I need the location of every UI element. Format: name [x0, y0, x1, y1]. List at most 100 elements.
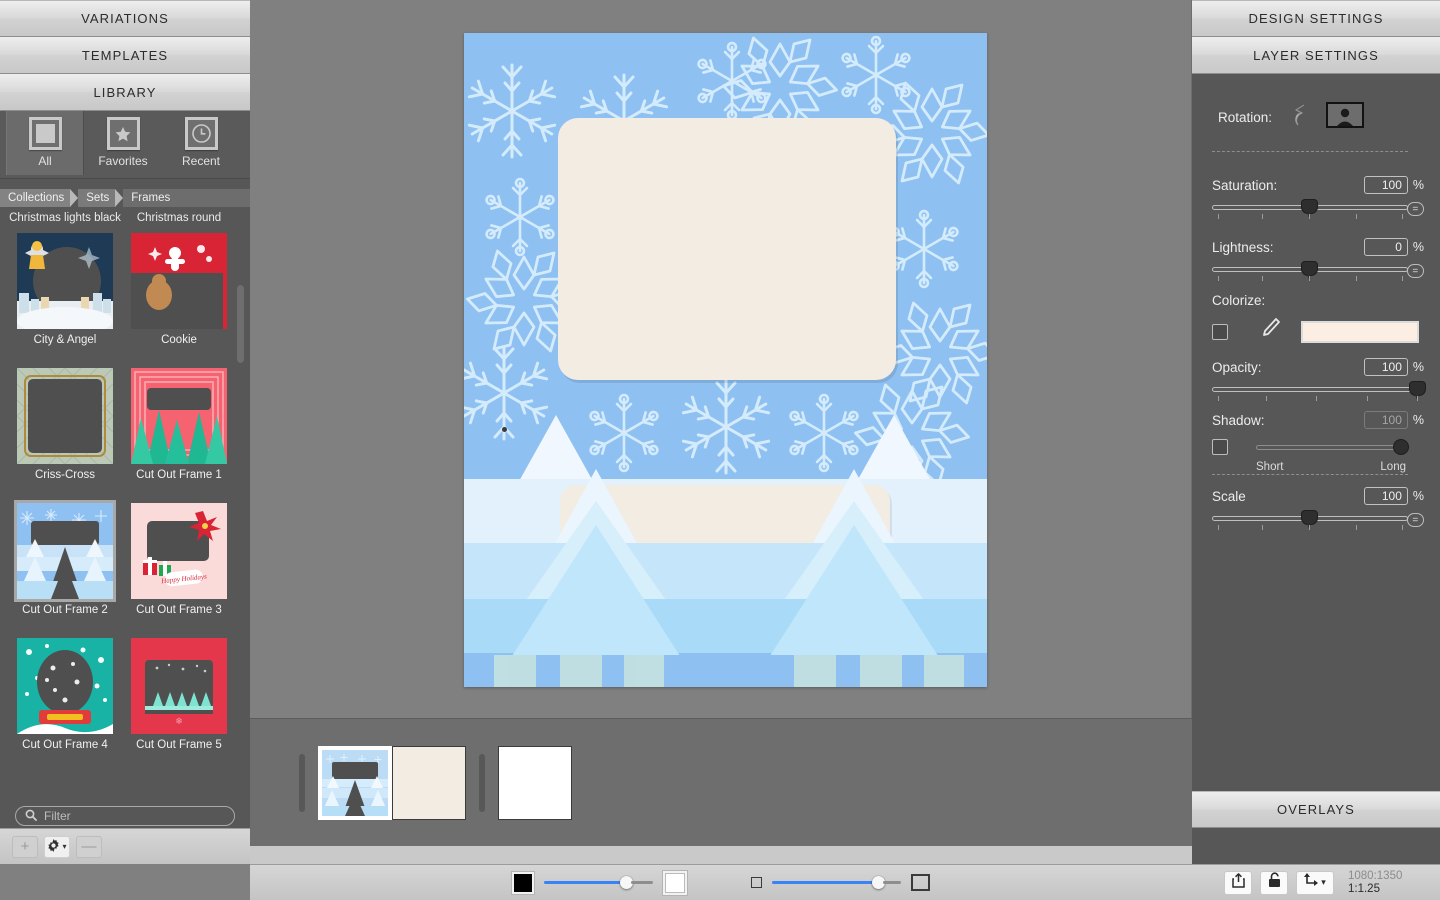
lightness-value-input[interactable]: 0	[1363, 238, 1408, 256]
share-button[interactable]	[1224, 870, 1252, 895]
opacity-slider[interactable]	[1212, 382, 1425, 401]
artboard[interactable]	[464, 33, 987, 687]
image-orientation-icon[interactable]	[1326, 102, 1365, 133]
square-icon	[28, 117, 62, 150]
thumbnail-image[interactable]: Happy Holidays	[131, 503, 227, 599]
library-bottom-toolbar: + ▾ —	[0, 828, 250, 864]
page-thumb-blank-white[interactable]	[498, 745, 572, 820]
clock-icon	[184, 117, 218, 150]
shadow-value-input[interactable]: 100	[1363, 411, 1408, 429]
breadcrumb-sets[interactable]: Sets	[78, 189, 116, 207]
share-icon	[1231, 872, 1245, 893]
lightness-slider[interactable]	[1212, 262, 1408, 281]
canvas-area[interactable]	[250, 0, 1192, 718]
shadow-unit: %	[1412, 413, 1424, 427]
thumbnail-item-criss-cross[interactable]: Criss-Cross	[8, 368, 122, 481]
unlocked-lock-icon	[1268, 872, 1281, 893]
thumbnail-item-cutout5[interactable]: ❄ Cut Out Frame 5	[122, 638, 236, 751]
scale-control: Scale 100 % =	[1212, 487, 1424, 530]
library-filter-toolbar: All Favorites Recent	[0, 111, 250, 179]
move-arrow-icon	[1304, 873, 1319, 892]
page-thumb-design[interactable]	[318, 745, 392, 820]
colorize-color-swatch[interactable]	[1301, 320, 1419, 343]
thumbnail-item-cutout2[interactable]: Cut Out Frame 2	[8, 500, 122, 616]
lightness-reset-button[interactable]: =	[1406, 264, 1424, 278]
transform-button[interactable]: ▾	[1296, 870, 1334, 895]
scale-unit: %	[1412, 489, 1424, 503]
opacity-value-input[interactable]: 100	[1363, 358, 1408, 376]
filmstrip-handle-left[interactable]	[299, 753, 305, 812]
accordion-templates[interactable]: TEMPLATES	[0, 37, 250, 74]
breadcrumb-frames[interactable]: Frames	[123, 189, 250, 207]
accordion-overlays[interactable]: OVERLAYS	[1192, 791, 1440, 828]
opacity-control: Opacity: 100 %	[1212, 358, 1425, 401]
accordion-library-label: LIBRARY	[93, 84, 157, 100]
thumbnail-item-cutout3[interactable]: Happy Holidays Cut Out Frame 3	[122, 503, 236, 616]
brightness-slider-group	[512, 870, 687, 895]
thumbnail-caption: Cookie	[161, 334, 197, 346]
shadow-label: Shadow:	[1212, 412, 1265, 428]
library-tab-recent[interactable]: Recent	[162, 111, 240, 175]
remove-button[interactable]: —	[76, 835, 102, 858]
colorize-checkbox[interactable]	[1212, 323, 1228, 340]
rotate-arrow-icon[interactable]	[1290, 102, 1314, 133]
thumbnail-item-cutout4[interactable]: Cut Out Frame 4	[8, 638, 122, 751]
thumbnail-item-cookie[interactable]: Cookie	[122, 233, 236, 346]
page-filmstrip[interactable]	[250, 718, 1192, 846]
page-thumb-blank-cream[interactable]	[392, 745, 466, 820]
panel-resize-handle[interactable]	[502, 427, 507, 432]
thumbnail-item-city-angel[interactable]: City & Angel	[8, 233, 122, 346]
library-tab-favorites-label: Favorites	[98, 154, 148, 168]
zoom-slider[interactable]	[772, 876, 901, 890]
large-outlined-square-icon[interactable]	[663, 870, 687, 895]
star-icon	[106, 117, 140, 150]
scale-reset-button[interactable]: =	[1406, 513, 1424, 527]
minus-icon: —	[81, 838, 97, 855]
breadcrumb-collections[interactable]: Collections	[0, 189, 71, 207]
accordion-layer-settings[interactable]: LAYER SETTINGS	[1192, 37, 1440, 74]
accordion-library[interactable]: LIBRARY	[0, 74, 250, 111]
library-tab-all[interactable]: All	[6, 111, 84, 175]
thumbnail-image[interactable]	[17, 368, 113, 464]
thumbnail-image[interactable]	[17, 638, 113, 734]
saturation-value-input[interactable]: 100	[1363, 176, 1408, 194]
saturation-slider[interactable]	[1212, 200, 1408, 219]
library-thumbnail-scroll[interactable]: Christmas lights black Christmas round C…	[0, 207, 250, 832]
filmstrip-handle-right[interactable]	[479, 753, 485, 812]
lock-button[interactable]	[1260, 870, 1288, 895]
library-tab-favorites[interactable]: Favorites	[84, 111, 162, 175]
add-button[interactable]: +	[12, 835, 38, 858]
canvas-size-status: 1080:1350 1:1.25	[1348, 870, 1402, 896]
shadow-checkbox[interactable]	[1212, 439, 1228, 455]
accordion-design-settings[interactable]: DESIGN SETTINGS	[1192, 0, 1440, 37]
scale-value-input[interactable]: 100	[1363, 487, 1408, 505]
large-square-icon[interactable]	[911, 874, 930, 891]
accordion-templates-label: TEMPLATES	[81, 47, 169, 63]
thumbnail-image[interactable]: ❄	[131, 638, 227, 734]
accordion-overlays-label: OVERLAYS	[1277, 802, 1355, 817]
thumbnail-image[interactable]	[17, 233, 113, 329]
small-filled-square-icon[interactable]	[512, 871, 534, 894]
scale-slider[interactable]	[1212, 511, 1408, 530]
group-title-row: Christmas lights black Christmas round	[8, 211, 236, 225]
small-square-icon[interactable]	[751, 877, 762, 888]
thumbnail-row-3: Cut Out Frame 2 Happy Holidays Cut Out F…	[8, 500, 236, 616]
plus-icon: +	[20, 838, 30, 855]
brightness-slider[interactable]	[544, 876, 653, 890]
saturation-reset-button[interactable]: =	[1406, 202, 1424, 216]
thumbnail-image[interactable]	[131, 233, 227, 329]
lightness-label: Lightness:	[1212, 239, 1274, 255]
search-input[interactable]: Filter	[15, 806, 235, 826]
settings-gear-button[interactable]: ▾	[44, 835, 70, 858]
shadow-length-slider[interactable]	[1256, 440, 1408, 454]
zoom-slider-group	[751, 874, 930, 891]
thumbnail-item-cutout1[interactable]: Cut Out Frame 1	[122, 368, 236, 481]
accordion-layer-settings-label: LAYER SETTINGS	[1253, 47, 1379, 63]
divider-1	[1212, 151, 1408, 152]
thumbnail-image-selected[interactable]	[14, 500, 116, 602]
eyedropper-icon[interactable]	[1261, 317, 1281, 346]
thumbnail-image[interactable]	[131, 368, 227, 464]
saturation-control: Saturation: 100 % =	[1212, 176, 1424, 219]
accordion-variations[interactable]: VARIATIONS	[0, 0, 250, 37]
library-scrollbar[interactable]	[237, 285, 244, 363]
